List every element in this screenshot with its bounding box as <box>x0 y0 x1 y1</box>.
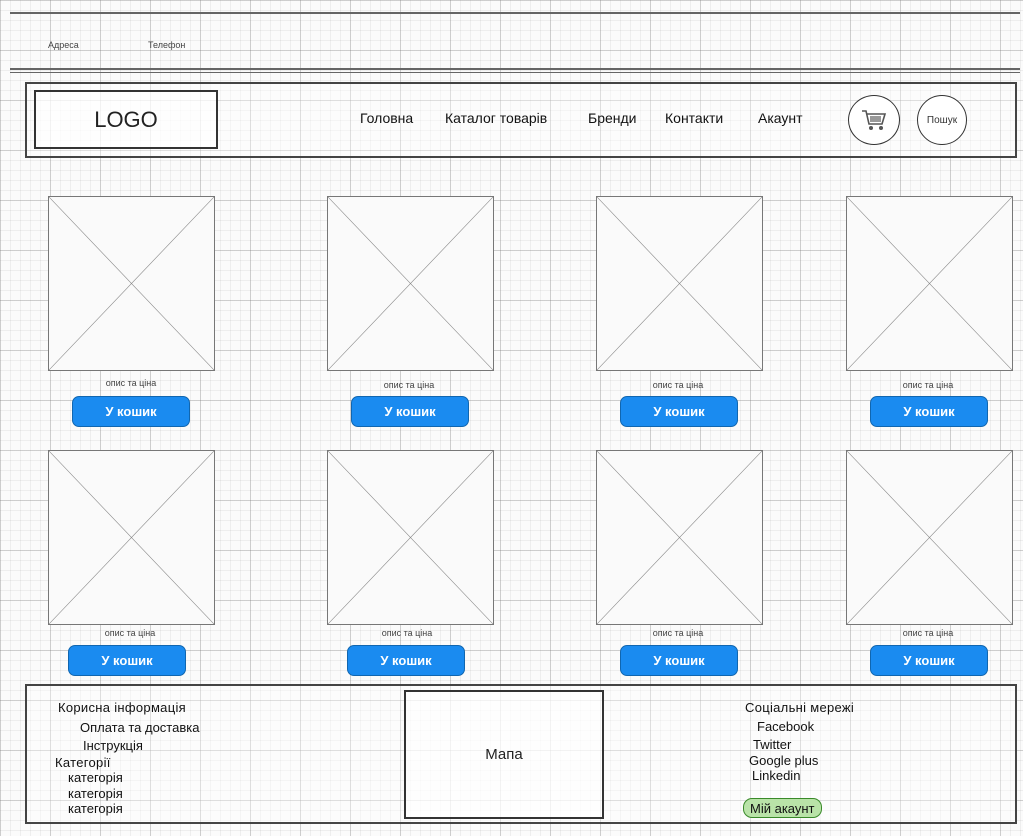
address-label: Адреса <box>48 40 79 50</box>
category-link[interactable]: категорія <box>68 786 123 801</box>
useful-info-title: Корисна інформація <box>58 700 186 715</box>
product-image[interactable] <box>596 450 763 625</box>
product-description: опис та ціна <box>104 628 156 638</box>
logo[interactable]: LOGO <box>34 90 218 149</box>
map-label: Мапа <box>485 746 523 763</box>
add-to-cart-button[interactable]: У кошик <box>870 396 988 427</box>
nav-account[interactable]: Акаунт <box>758 110 803 126</box>
top-divider <box>10 68 1020 70</box>
image-placeholder-icon <box>847 197 1012 370</box>
link-payment-delivery[interactable]: Оплата та доставка <box>80 720 199 735</box>
add-to-cart-button[interactable]: У кошик <box>620 396 738 427</box>
image-placeholder-icon <box>49 197 214 370</box>
category-link[interactable]: категорія <box>68 801 123 816</box>
nav-contacts[interactable]: Контакти <box>665 110 723 126</box>
image-placeholder-icon <box>597 197 762 370</box>
social-twitter[interactable]: Twitter <box>753 737 791 752</box>
top-divider-2 <box>10 72 1020 73</box>
social-title: Соціальні мережі <box>745 700 855 715</box>
image-placeholder-icon <box>49 451 214 624</box>
nav-home[interactable]: Головна <box>360 110 413 126</box>
product-image[interactable] <box>327 196 494 371</box>
image-placeholder-icon <box>328 197 493 370</box>
categories-title: Категорії <box>55 755 111 770</box>
product-image[interactable] <box>846 450 1013 625</box>
add-to-cart-button[interactable]: У кошик <box>68 645 186 676</box>
product-image[interactable] <box>596 196 763 371</box>
social-linkedin[interactable]: Linkedin <box>752 768 800 783</box>
cart-button[interactable] <box>848 95 900 145</box>
product-image[interactable] <box>48 196 215 371</box>
social-facebook[interactable]: Facebook <box>757 719 814 734</box>
search-button[interactable]: Пошук <box>917 95 967 145</box>
add-to-cart-button[interactable]: У кошик <box>351 396 469 427</box>
product-description: опис та ціна <box>902 628 954 638</box>
social-google-plus[interactable]: Google plus <box>749 753 818 768</box>
map[interactable]: Мапа <box>404 690 604 819</box>
add-to-cart-button[interactable]: У кошик <box>347 645 465 676</box>
nav-brands[interactable]: Бренди <box>588 110 636 126</box>
product-image[interactable] <box>327 450 494 625</box>
product-description: опис та ціна <box>902 380 954 390</box>
phone-label: Телефон <box>148 40 186 50</box>
top-border <box>10 12 1020 14</box>
search-label: Пошук <box>926 114 958 126</box>
image-placeholder-icon <box>847 451 1012 624</box>
product-description: опис та ціна <box>652 380 704 390</box>
image-placeholder-icon <box>597 451 762 624</box>
product-description: опис та ціна <box>105 378 157 388</box>
add-to-cart-button[interactable]: У кошик <box>72 396 190 427</box>
product-image[interactable] <box>846 196 1013 371</box>
link-instructions[interactable]: Інструкція <box>83 738 143 753</box>
product-description: опис та ціна <box>381 628 433 638</box>
product-description: опис та ціна <box>383 380 435 390</box>
add-to-cart-button[interactable]: У кошик <box>620 645 738 676</box>
add-to-cart-button[interactable]: У кошик <box>870 645 988 676</box>
cart-icon <box>862 110 887 130</box>
product-image[interactable] <box>48 450 215 625</box>
product-description: опис та ціна <box>652 628 704 638</box>
nav-catalog[interactable]: Каталог товарів <box>445 110 547 126</box>
category-link[interactable]: категорія <box>68 770 123 785</box>
image-placeholder-icon <box>328 451 493 624</box>
my-account-button[interactable]: Мій акаунт <box>743 798 822 818</box>
